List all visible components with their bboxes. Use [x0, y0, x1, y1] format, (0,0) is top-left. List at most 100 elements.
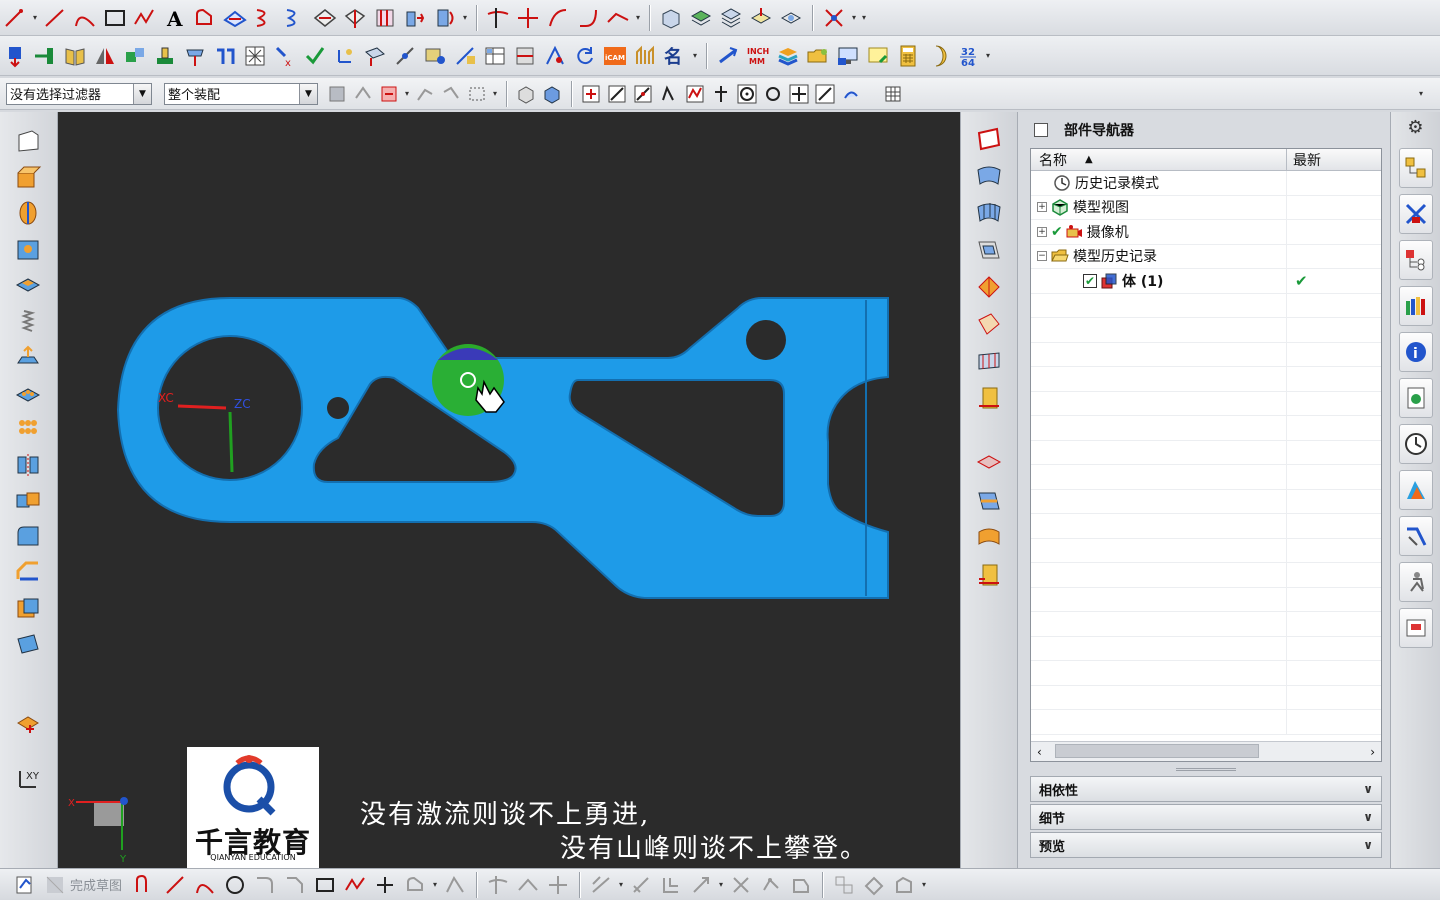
datum-axis-icon[interactable] — [390, 41, 420, 71]
line-icon[interactable] — [160, 871, 190, 899]
layer-settings-icon[interactable] — [686, 3, 716, 33]
chevron-down-icon[interactable]: ∨ — [1363, 782, 1373, 796]
dropdown-caret[interactable]: ▾ — [430, 880, 440, 889]
reload-icon[interactable] — [570, 41, 600, 71]
quick-trim-icon[interactable] — [483, 3, 513, 33]
section-view-icon[interactable] — [510, 41, 540, 71]
navigator-pin-checkbox[interactable] — [1034, 123, 1048, 137]
small-hole-right[interactable] — [746, 320, 786, 360]
point-icon[interactable]: x — [270, 41, 300, 71]
panel-details[interactable]: 细节 ∨ — [1030, 804, 1382, 830]
process-studio-icon[interactable] — [1399, 516, 1433, 556]
tree-node-body-feature[interactable]: ✔ 体 (1) ✔ — [1031, 269, 1381, 294]
reuse-library-icon[interactable] — [1399, 286, 1433, 326]
studio-spline-icon[interactable] — [130, 3, 160, 33]
horizontal-scrollbar[interactable]: ‹ › — [1031, 741, 1381, 761]
intersection-point-icon[interactable] — [682, 81, 708, 107]
scroll-right-icon[interactable]: › — [1370, 745, 1375, 759]
column-header-name[interactable]: 名称 ▲ — [1031, 149, 1287, 170]
scroll-left-icon[interactable]: ‹ — [1037, 745, 1042, 759]
unit-conversion-icon[interactable]: INCH MM — [743, 41, 773, 71]
book-icon[interactable] — [60, 41, 90, 71]
control-point-icon[interactable] — [656, 81, 682, 107]
roles-icon[interactable] — [1399, 562, 1433, 602]
sketch-constraints-icon[interactable] — [819, 3, 849, 33]
column-header-latest[interactable]: 最新 — [1287, 149, 1381, 170]
arc-icon[interactable] — [190, 871, 220, 899]
dropdown-caret[interactable]: ▾ — [919, 880, 929, 889]
graphics-window[interactable]: XC ZC X Y 千言教育 QIANYAN EDUCATION 没有激流则谈不… — [58, 112, 960, 868]
tree-node-cameras[interactable]: + ✔ 摄像机 — [1031, 220, 1381, 245]
swept-icon[interactable] — [969, 233, 1009, 267]
wrap-curve-icon[interactable] — [430, 3, 460, 33]
bounded-plane-icon[interactable] — [969, 122, 1009, 156]
offset-curve-icon[interactable] — [400, 871, 430, 899]
rectangle-icon[interactable] — [310, 871, 340, 899]
quick-extend-icon[interactable] — [513, 871, 543, 899]
tangent-curves-icon[interactable] — [412, 81, 438, 107]
history-icon[interactable] — [1399, 424, 1433, 464]
circle-icon[interactable] — [220, 871, 250, 899]
layer-stack-icon[interactable] — [773, 41, 803, 71]
point-on-curve-icon[interactable] — [812, 81, 838, 107]
dropdown-caret[interactable]: ▾ — [633, 13, 643, 22]
quick-extend-icon[interactable] — [513, 3, 543, 33]
ruled-icon[interactable] — [969, 344, 1009, 378]
array-icon[interactable] — [8, 412, 48, 446]
quadrant-point-icon[interactable] — [760, 81, 786, 107]
dropdown-caret[interactable]: ▾ — [460, 13, 470, 22]
circle-center-icon[interactable] — [734, 81, 760, 107]
layers-icon[interactable] — [716, 3, 746, 33]
boss-icon[interactable] — [8, 268, 48, 302]
chamfer-icon[interactable] — [603, 3, 633, 33]
tree-node-model-views[interactable]: + 模型视图 — [1031, 195, 1381, 220]
mid-point-icon[interactable] — [630, 81, 656, 107]
dropdown-caret[interactable]: ▾ — [983, 51, 993, 60]
arc-center-icon[interactable] — [708, 81, 734, 107]
selection-filter-combo[interactable]: 没有选择过滤器 ▼ — [6, 82, 152, 105]
chamfer-feature-icon[interactable] — [8, 556, 48, 590]
rectangle-icon[interactable] — [100, 3, 130, 33]
mirror-icon[interactable] — [90, 41, 120, 71]
constraint-navigator-icon[interactable] — [1399, 194, 1433, 234]
system-scenes-icon[interactable] — [1399, 608, 1433, 648]
extend-sheet-icon[interactable] — [969, 484, 1009, 518]
profile-icon[interactable] — [130, 871, 160, 899]
through-curve-mesh-icon[interactable] — [969, 196, 1009, 230]
expand-toggle[interactable]: + — [1037, 202, 1047, 213]
constraints-icon[interactable] — [210, 41, 240, 71]
mirror-feature-icon[interactable] — [8, 448, 48, 482]
feature-selection-icon[interactable] — [350, 81, 376, 107]
monitor-icon[interactable] — [833, 41, 863, 71]
copy-layer-icon[interactable] — [776, 3, 806, 33]
section-curve-icon[interactable] — [340, 3, 370, 33]
fillet-icon[interactable] — [573, 3, 603, 33]
join-curve-icon[interactable] — [280, 3, 310, 33]
collapse-toggle[interactable]: − — [1037, 251, 1047, 262]
raster-image-icon[interactable] — [420, 41, 450, 71]
analysis-icon[interactable] — [540, 41, 570, 71]
moon-icon[interactable] — [923, 41, 953, 71]
convert-reference-icon[interactable] — [829, 871, 859, 899]
calculator-icon[interactable] — [893, 41, 923, 71]
pattern-icon[interactable] — [120, 41, 150, 71]
assembly-icon[interactable] — [30, 41, 60, 71]
feature-visibility-checkbox[interactable]: ✔ — [1083, 273, 1097, 288]
dropdown-caret[interactable]: ▾ — [849, 13, 859, 22]
dropdown-caret[interactable]: ▾ — [402, 89, 412, 98]
extrude-icon[interactable] — [8, 160, 48, 194]
text-icon[interactable]: A — [160, 3, 190, 33]
infer-constraints-icon[interactable] — [786, 871, 816, 899]
isoparametric-curve-icon[interactable] — [370, 3, 400, 33]
name-label-icon[interactable]: 名 — [660, 41, 690, 71]
table-note-icon[interactable] — [480, 41, 510, 71]
wcs-icon[interactable]: XY — [8, 762, 48, 796]
dropdown-caret[interactable]: ▾ — [616, 880, 626, 889]
expand-toggle[interactable]: + — [1037, 226, 1047, 237]
snap-point-icon[interactable] — [578, 81, 604, 107]
draft-icon[interactable] — [8, 628, 48, 662]
thicken-icon[interactable] — [969, 521, 1009, 555]
dimension-icon[interactable] — [586, 871, 616, 899]
quick-trim-icon[interactable] — [483, 871, 513, 899]
wave-link-icon[interactable] — [150, 41, 180, 71]
